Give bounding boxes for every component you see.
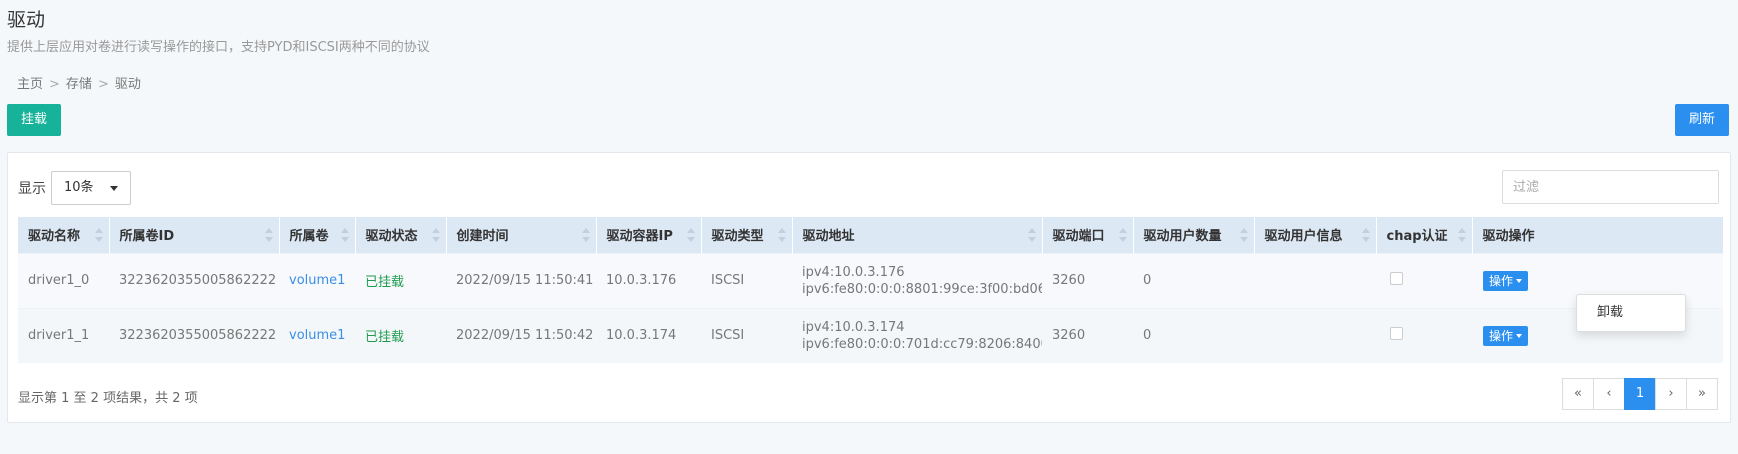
unmount-menu-item[interactable]: 卸载	[1577, 295, 1685, 331]
address-ipv4: ipv4:10.0.3.174	[802, 319, 905, 335]
breadcrumb-home[interactable]: 主页	[17, 77, 43, 92]
breadcrumb: 主页 > 存储 > 驱动	[17, 73, 141, 92]
sort-icon[interactable]	[1457, 228, 1466, 242]
sort-icon[interactable]	[777, 228, 786, 242]
breadcrumb-storage[interactable]: 存储	[66, 77, 92, 92]
chap-checkbox[interactable]	[1390, 327, 1403, 341]
page-size-select[interactable]: 10条	[51, 171, 131, 205]
page-subtitle: 提供上层应用对卷进行读写操作的接口，支持PYD和ISCSI两种不同的协议	[7, 40, 430, 55]
col-driver-actions: 驱动操作	[1472, 217, 1724, 253]
col-driver-name[interactable]: 驱动名称	[18, 217, 110, 253]
sort-icon[interactable]	[264, 228, 273, 242]
show-label: 显示	[18, 181, 46, 197]
volume-link[interactable]: volume1	[289, 328, 345, 343]
table-row: driver1_1 3223620355005862222 volume1 已挂…	[18, 307, 1723, 363]
col-chap-auth[interactable]: chap认证	[1376, 217, 1473, 253]
cell-user-count: 0	[1133, 307, 1254, 363]
page-next-button[interactable]: ›	[1655, 378, 1687, 410]
col-container-ip[interactable]: 驱动容器IP	[596, 217, 702, 253]
sort-icon[interactable]	[1027, 228, 1036, 242]
driver-table: 驱动名称 所属卷ID 所属卷 驱动状态 创建时间 驱动容器IP 驱动类型 驱动地…	[18, 217, 1724, 363]
address-ipv6: ipv6:fe80:0:0:0:701d:cc79:8206:8400	[802, 336, 1042, 352]
actions-dropdown-button[interactable]: 操作	[1483, 270, 1529, 291]
cell-chap-auth	[1376, 252, 1472, 308]
col-driver-address[interactable]: 驱动地址	[792, 217, 1043, 253]
mount-button[interactable]: 挂载	[7, 104, 61, 136]
cell-driver-address: ipv4:10.0.3.176 ipv6:fe80:0:0:0:8801:99c…	[792, 252, 1042, 308]
chap-checkbox[interactable]	[1390, 272, 1403, 285]
caret-down-icon	[1516, 279, 1523, 283]
cell-created-time: 2022/09/15 11:50:41	[446, 252, 596, 308]
breadcrumb-separator: >	[97, 77, 109, 92]
address-ipv6: ipv6:fe80:0:0:0:8801:99ce:3f00:bd06	[802, 281, 1042, 297]
volume-link[interactable]: volume1	[289, 273, 345, 288]
col-driver-status[interactable]: 驱动状态	[355, 217, 447, 253]
cell-user-info	[1254, 252, 1376, 308]
status-text: 已挂载	[365, 330, 405, 346]
page-first-button[interactable]: «	[1562, 378, 1594, 410]
cell-driver-status: 已挂载	[355, 307, 446, 363]
sort-icon[interactable]	[686, 228, 695, 242]
sort-icon[interactable]	[340, 228, 349, 242]
col-user-info[interactable]: 驱动用户信息	[1254, 217, 1377, 253]
refresh-button[interactable]: 刷新	[1675, 104, 1729, 136]
cell-driver-name: driver1_0	[18, 252, 109, 308]
filter-input[interactable]	[1502, 170, 1719, 204]
cell-user-count: 0	[1133, 252, 1254, 308]
sort-icon[interactable]	[1118, 228, 1127, 242]
col-volume[interactable]: 所属卷	[279, 217, 356, 253]
cell-created-time: 2022/09/15 11:50:42	[446, 307, 596, 363]
actions-dropdown-menu: 卸载	[1576, 294, 1686, 332]
col-user-count[interactable]: 驱动用户数量	[1133, 217, 1255, 253]
cell-volume-id: 3223620355005862222	[109, 307, 279, 363]
sort-icon[interactable]	[581, 228, 590, 242]
table-row: driver1_0 3223620355005862222 volume1 已挂…	[18, 252, 1723, 308]
cell-user-info	[1254, 307, 1376, 363]
caret-down-icon	[1516, 334, 1523, 339]
breadcrumb-separator: >	[49, 77, 60, 92]
driver-table-panel: 显示 10条 驱动名称 所属卷ID 所属卷 驱动状态 创建时间 驱动容器IP 驱…	[7, 152, 1731, 423]
cell-container-ip: 10.0.3.176	[596, 252, 701, 308]
page-number-button[interactable]: 1	[1624, 378, 1656, 410]
chevron-down-icon	[110, 186, 118, 191]
sort-icon[interactable]	[1361, 228, 1370, 242]
actions-dropdown-button[interactable]: 操作	[1483, 325, 1529, 346]
cell-chap-auth	[1376, 307, 1472, 363]
cell-driver-type: ISCSI	[701, 307, 792, 363]
col-driver-type[interactable]: 驱动类型	[701, 217, 793, 253]
col-volume-id[interactable]: 所属卷ID	[109, 217, 280, 253]
cell-driver-type: ISCSI	[701, 252, 792, 308]
sort-icon[interactable]	[94, 228, 103, 242]
cell-volume-id: 3223620355005862222	[109, 252, 279, 308]
cell-driver-address: ipv4:10.0.3.174 ipv6:fe80:0:0:0:701d:cc7…	[792, 307, 1042, 363]
cell-driver-status: 已挂载	[355, 252, 446, 308]
col-driver-port[interactable]: 驱动端口	[1042, 217, 1134, 253]
cell-volume: volume1	[279, 307, 355, 363]
table-summary: 显示第 1 至 2 项结果，共 2 项	[18, 391, 198, 406]
cell-driver-name: driver1_1	[18, 307, 109, 363]
col-created-time[interactable]: 创建时间	[446, 217, 597, 253]
address-ipv4: ipv4:10.0.3.176	[802, 264, 905, 280]
page-prev-button[interactable]: ‹	[1593, 378, 1625, 410]
page-header: 驱动 提供上层应用对卷进行读写操作的接口，支持PYD和ISCSI两种不同的协议	[7, 8, 430, 55]
pagination: « ‹ 1 › »	[1562, 378, 1718, 410]
cell-container-ip: 10.0.3.174	[596, 307, 701, 363]
breadcrumb-current: 驱动	[114, 77, 141, 92]
page-last-button[interactable]: »	[1686, 378, 1718, 410]
table-header-row: 驱动名称 所属卷ID 所属卷 驱动状态 创建时间 驱动容器IP 驱动类型 驱动地…	[18, 217, 1724, 253]
sort-icon[interactable]	[431, 228, 440, 242]
cell-driver-port: 3260	[1042, 252, 1133, 308]
status-text: 已挂载	[365, 275, 405, 290]
cell-volume: volume1	[279, 252, 355, 308]
page-title: 驱动	[7, 9, 46, 31]
page-size-value: 10条	[64, 180, 94, 195]
sort-icon[interactable]	[1239, 228, 1248, 242]
cell-driver-port: 3260	[1042, 307, 1133, 363]
